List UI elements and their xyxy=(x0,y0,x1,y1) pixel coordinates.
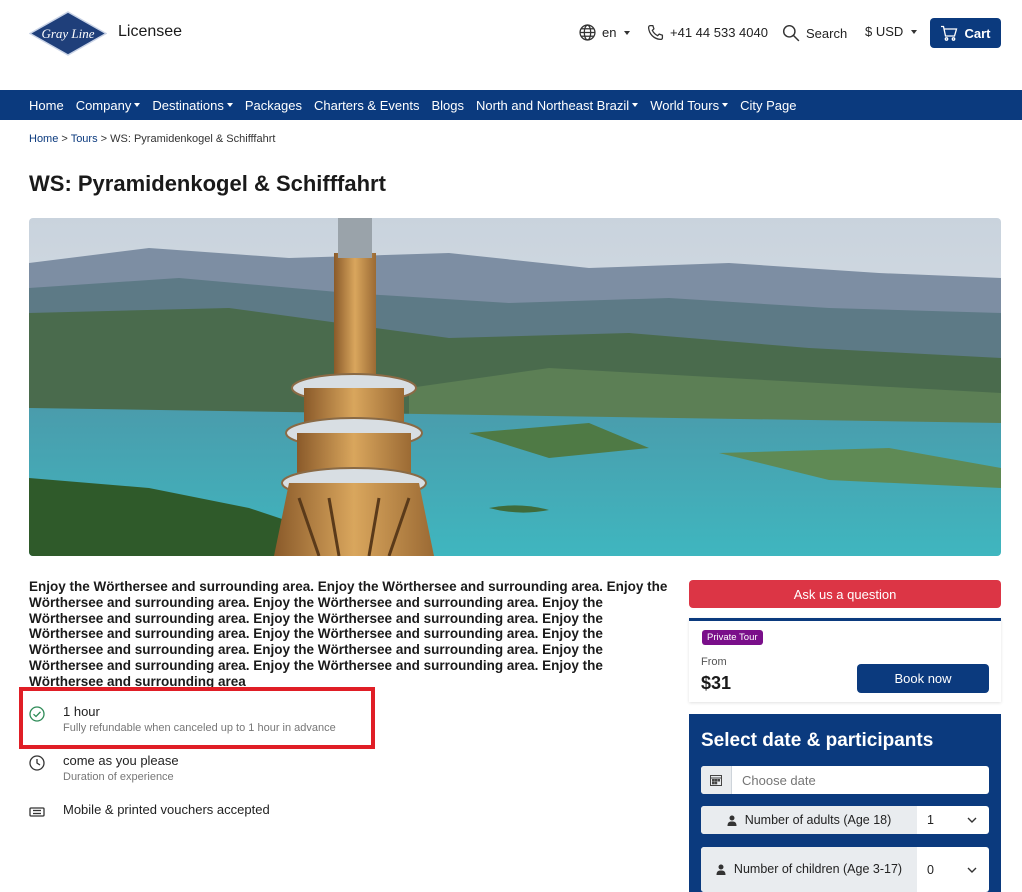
children-label-cell: Number of children (Age 3-17) xyxy=(701,847,917,892)
chevron-down-icon xyxy=(632,103,639,107)
nav-label: North and Northeast Brazil xyxy=(476,97,630,113)
nav-item-north-northeast-brazil[interactable]: North and Northeast Brazil xyxy=(476,97,639,113)
gray-line-logo[interactable]: Gray Line xyxy=(29,11,107,56)
person-icon xyxy=(727,815,737,826)
phone-icon xyxy=(647,24,664,41)
children-value: 0 xyxy=(927,862,934,877)
nav-item-company[interactable]: Company xyxy=(76,98,141,113)
nav-label: Blogs xyxy=(431,97,464,113)
nav-item-charters-events[interactable]: Charters & Events xyxy=(314,98,420,113)
price-from-label: From xyxy=(701,656,727,668)
nav-label: Home xyxy=(29,97,64,113)
nav-item-destinations[interactable]: Destinations xyxy=(152,98,233,113)
licensee-label: Licensee xyxy=(118,23,183,40)
adults-value: 1 xyxy=(927,813,934,827)
date-input[interactable] xyxy=(732,766,989,794)
breadcrumb-home[interactable]: Home xyxy=(29,133,58,145)
cart-icon xyxy=(941,25,958,41)
ask-question-button[interactable]: Ask us a question xyxy=(689,580,1001,608)
currency-selector[interactable]: $ USD xyxy=(865,24,918,39)
nav-label: Destinations xyxy=(152,97,224,113)
breadcrumb: Home > Tours > WS: Pyramidenkogel & Schi… xyxy=(29,133,275,145)
calendar-icon xyxy=(701,766,732,794)
adults-row: Number of adults (Age 18) 1 xyxy=(701,806,989,834)
cart-label: Cart xyxy=(964,25,991,41)
breadcrumb-separator: > xyxy=(97,133,111,145)
language-label: en xyxy=(602,25,617,40)
adults-select[interactable]: 1 xyxy=(917,806,989,834)
nav-item-city-page[interactable]: City Page xyxy=(740,98,796,113)
price-value: $31 xyxy=(701,673,732,693)
search-icon xyxy=(782,24,800,42)
main-nav: Home Company Destinations Packages Chart… xyxy=(0,90,1022,120)
hero-image xyxy=(29,218,1001,556)
price-card: Private Tour From $31 Book now xyxy=(689,618,1001,702)
chevron-down-icon xyxy=(226,103,233,107)
nav-item-blogs[interactable]: Blogs xyxy=(431,98,464,113)
nav-label: World Tours xyxy=(650,97,720,113)
chevron-down-icon xyxy=(722,103,729,107)
phone-link[interactable]: +41 44 533 4040 xyxy=(647,24,768,41)
nav-item-home[interactable]: Home xyxy=(29,98,64,113)
book-now-button[interactable]: Book now xyxy=(857,664,989,693)
nav-label: Packages xyxy=(244,97,302,113)
duration-title: come as you please xyxy=(63,753,179,768)
children-select[interactable]: 0 xyxy=(917,847,989,892)
adults-label-cell: Number of adults (Age 18) xyxy=(701,806,917,834)
nav-item-packages[interactable]: Packages xyxy=(245,98,302,113)
breadcrumb-separator: > xyxy=(58,133,71,145)
breadcrumb-tours[interactable]: Tours xyxy=(71,133,98,145)
voucher-title: Mobile & printed vouchers accepted xyxy=(63,802,270,817)
search-label: Search xyxy=(806,25,848,41)
chevron-down-icon xyxy=(967,817,977,823)
nav-label: City Page xyxy=(740,97,797,113)
duration-detail: Duration of experience xyxy=(63,771,174,783)
booking-panel: Select date & participants Number of adu… xyxy=(689,714,1001,892)
booking-panel-title: Select date & participants xyxy=(701,730,934,751)
private-tour-badge: Private Tour xyxy=(702,630,763,645)
breadcrumb-current: WS: Pyramidenkogel & Schifffahrt xyxy=(110,133,276,145)
chevron-down-icon xyxy=(911,29,918,34)
chevron-down-icon xyxy=(134,103,141,107)
ticket-icon xyxy=(29,807,45,817)
chevron-down-icon xyxy=(967,867,977,873)
nav-item-world-tours[interactable]: World Tours xyxy=(650,97,729,113)
currency-label: $ USD xyxy=(865,24,904,39)
date-picker[interactable] xyxy=(701,766,989,794)
svg-text:Gray Line: Gray Line xyxy=(41,26,94,41)
phone-number: +41 44 533 4040 xyxy=(670,25,768,40)
feature-voucher: Mobile & printed vouchers accepted xyxy=(29,802,270,820)
nav-label: Charters & Events xyxy=(313,97,420,113)
feature-duration: come as you please Duration of experienc… xyxy=(29,753,179,783)
search-link[interactable]: Search xyxy=(782,24,847,42)
person-icon xyxy=(716,864,726,875)
page-title: WS: Pyramidenkogel & Schifffahrt xyxy=(29,171,386,196)
adults-label: Number of adults (Age 18) xyxy=(744,812,892,827)
chevron-down-icon xyxy=(624,30,631,35)
language-selector[interactable]: en xyxy=(579,24,631,41)
site-header: Gray Line Licensee en +41 44 533 4040 Se… xyxy=(0,0,1022,90)
children-row: Number of children (Age 3-17) 0 xyxy=(701,847,989,892)
tour-description: Enjoy the Wörthersee and surrounding are… xyxy=(29,579,668,689)
nav-label: Company xyxy=(75,97,132,113)
children-label: Number of children (Age 3-17) xyxy=(733,862,903,876)
cart-button[interactable]: Cart xyxy=(930,18,1001,48)
globe-icon xyxy=(579,24,596,41)
clock-icon xyxy=(29,755,45,771)
highlight-box xyxy=(19,687,375,749)
